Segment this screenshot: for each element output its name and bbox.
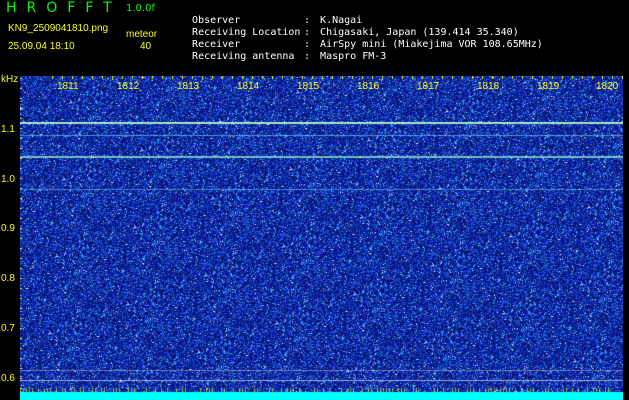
y-tick-label: 0.8	[1, 273, 15, 284]
x-tick-label: 1811	[57, 81, 79, 92]
y-tick-label: 0.7	[1, 323, 15, 334]
x-tick-label: 1816	[357, 81, 380, 92]
y-axis-unit: kHz	[1, 74, 19, 85]
app-title: HROFFT	[6, 0, 122, 16]
y-tick-label: 1.1	[1, 124, 15, 135]
info-value: Maspro FM-3	[320, 51, 387, 62]
x-tick-label: 1815	[297, 81, 320, 92]
x-tick-label: 1813	[177, 81, 200, 92]
x-tick-label: 1818	[477, 81, 500, 92]
info-row-antenna: Receiving antenna: Maspro FM-3	[180, 39, 386, 63]
capture-datetime: 25.09.04 18:10	[8, 41, 75, 52]
y-tick-label: 0.6	[1, 373, 15, 384]
file-name: KN9_2509041810.png	[8, 23, 109, 34]
x-tick-label: 1817	[417, 81, 440, 92]
y-tick-label: 0.9	[1, 223, 15, 234]
app-version: 1.0.0f	[126, 3, 155, 14]
x-tick-label: 1820	[596, 81, 619, 92]
x-tick-label: 1814	[237, 81, 260, 92]
meteor-label: meteor	[126, 29, 158, 40]
x-tick-label: 1819	[537, 81, 560, 92]
info-separator: :	[304, 51, 311, 62]
spectrogram-waterfall	[20, 76, 623, 400]
x-tick-label: 1812	[117, 81, 140, 92]
info-key: Receiving antenna	[192, 51, 295, 62]
y-tick-label: 1.0	[1, 174, 15, 185]
meteor-count: 40	[140, 41, 152, 52]
